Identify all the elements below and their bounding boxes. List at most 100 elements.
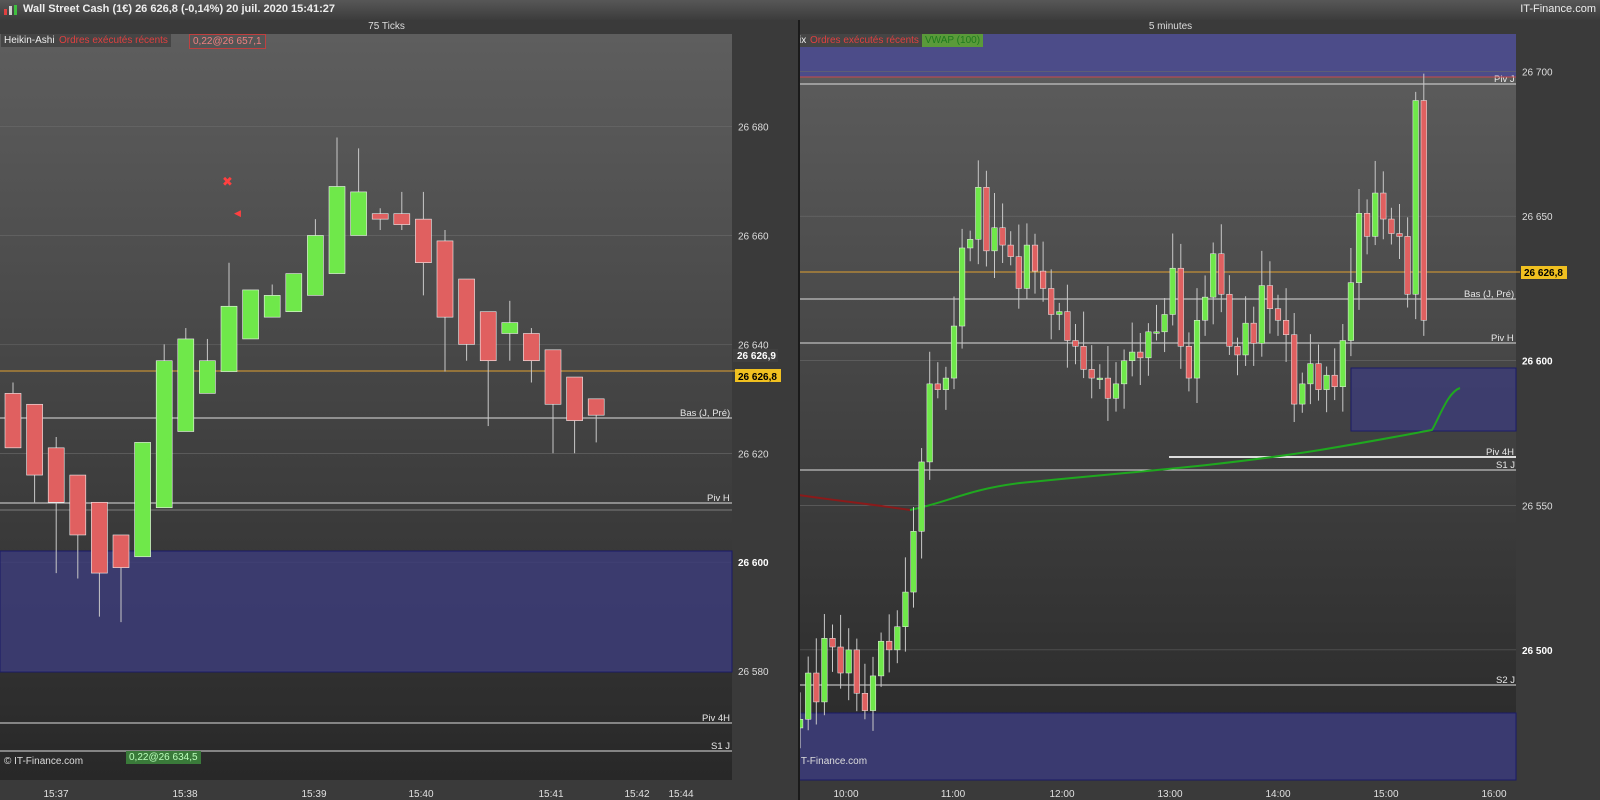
candle[interactable] [1380, 192, 1387, 220]
candle[interactable] [1266, 285, 1273, 309]
candle[interactable] [1104, 377, 1111, 399]
candle[interactable] [1347, 282, 1354, 341]
candle[interactable] [1412, 100, 1419, 295]
candle[interactable] [436, 240, 454, 318]
candle[interactable] [942, 377, 949, 390]
candle[interactable] [220, 305, 238, 372]
tag-order-sell[interactable]: 0,22@26 657,1 [189, 34, 266, 49]
candle[interactable] [853, 649, 860, 694]
candle[interactable] [1064, 311, 1071, 341]
candle[interactable] [544, 349, 562, 405]
candle[interactable] [1015, 256, 1022, 289]
candle[interactable] [199, 360, 216, 394]
candle[interactable] [47, 447, 65, 503]
candle[interactable] [1137, 351, 1144, 359]
candle[interactable] [1210, 253, 1217, 298]
candle[interactable] [1323, 374, 1330, 390]
candle[interactable] [1169, 267, 1176, 315]
tag-vwap[interactable]: VWAP (100) [922, 34, 984, 47]
candle[interactable] [112, 534, 130, 568]
candle[interactable] [1355, 213, 1363, 283]
candle[interactable] [878, 640, 885, 677]
candle[interactable] [894, 626, 901, 651]
candle[interactable] [1145, 331, 1152, 359]
candle[interactable] [1331, 374, 1338, 388]
candle[interactable] [1258, 285, 1265, 344]
candle[interactable] [1007, 244, 1014, 257]
candle[interactable] [1234, 346, 1241, 356]
candle[interactable] [829, 638, 836, 648]
candle[interactable] [869, 675, 877, 711]
tag-heikin-ashi[interactable]: Heikin-Ashi [1, 34, 58, 47]
candle[interactable] [134, 442, 151, 558]
candle[interactable] [371, 213, 389, 220]
candle[interactable] [805, 672, 812, 720]
candle[interactable] [307, 235, 324, 296]
candle[interactable] [1291, 334, 1298, 405]
candle[interactable] [1096, 377, 1103, 380]
candle[interactable] [328, 186, 346, 274]
candle[interactable] [1193, 320, 1201, 379]
right-chart[interactable]: Piv J Bas (J, Pré) Piv H Piv 4H S1 J S2 J 26 … [800, 20, 1600, 800]
left-chart-panel[interactable]: Bas (J, Pré) Piv H Piv 4H S1 J 26 680 26 660… [0, 20, 799, 800]
candle[interactable] [821, 638, 828, 703]
candle[interactable] [479, 311, 497, 362]
candle[interactable] [566, 376, 583, 421]
candle[interactable] [999, 227, 1006, 246]
candle[interactable] [1072, 340, 1079, 347]
candle[interactable] [975, 186, 982, 240]
candle[interactable] [1315, 363, 1322, 390]
candle[interactable] [1226, 293, 1233, 347]
candle[interactable] [4, 393, 22, 449]
candle[interactable] [813, 672, 820, 703]
candle[interactable] [1339, 340, 1346, 388]
candle[interactable] [1364, 213, 1371, 237]
candle[interactable] [1388, 218, 1395, 234]
candle[interactable] [1250, 322, 1257, 344]
candle[interactable] [1121, 360, 1128, 385]
candle[interactable] [587, 398, 605, 416]
candle[interactable] [886, 640, 893, 651]
candle[interactable] [1307, 363, 1314, 385]
candle[interactable] [1161, 314, 1168, 333]
candle[interactable] [1218, 253, 1225, 295]
candle[interactable] [1080, 346, 1087, 370]
candle[interactable] [1177, 267, 1184, 347]
candle[interactable] [934, 383, 941, 390]
candle[interactable] [415, 218, 432, 264]
candle[interactable] [1056, 311, 1063, 315]
candle[interactable] [918, 461, 925, 532]
candle[interactable] [242, 289, 259, 340]
left-chart[interactable]: Bas (J, Pré) Piv H Piv 4H S1 J 26 680 26 660… [0, 20, 799, 800]
candle[interactable] [1404, 236, 1411, 295]
candle[interactable] [1396, 233, 1403, 237]
tag-recent-orders[interactable]: Ordres exécutés récents [807, 34, 922, 47]
candle[interactable] [1088, 369, 1095, 379]
candle[interactable] [1274, 308, 1282, 321]
candle[interactable] [1112, 383, 1120, 399]
candle[interactable] [1153, 331, 1160, 334]
candle[interactable] [926, 383, 933, 463]
candle[interactable] [983, 186, 990, 252]
candle[interactable] [861, 693, 868, 711]
candle[interactable] [501, 322, 519, 334]
candle[interactable] [1048, 288, 1055, 315]
candle[interactable] [350, 191, 367, 236]
tag-order-buy[interactable]: 0,22@26 634,5 [126, 751, 201, 764]
candle[interactable] [155, 360, 173, 509]
candle[interactable] [902, 591, 909, 628]
right-chart-panel[interactable]: Piv J Bas (J, Pré) Piv H Piv 4H S1 J S2 J 26 … [800, 20, 1600, 800]
candle[interactable] [69, 474, 87, 536]
candle[interactable] [523, 333, 540, 362]
candle[interactable] [458, 278, 475, 345]
candle[interactable] [1185, 346, 1192, 379]
candle[interactable] [1202, 296, 1209, 321]
candle[interactable] [263, 295, 281, 318]
candle[interactable] [991, 227, 998, 252]
candle[interactable] [1023, 244, 1030, 289]
candle[interactable] [177, 338, 195, 432]
candle[interactable] [1420, 100, 1427, 321]
candle[interactable] [1031, 244, 1039, 272]
candle[interactable] [845, 649, 852, 674]
tag-recent-orders[interactable]: Ordres exécutés récents [56, 34, 171, 47]
